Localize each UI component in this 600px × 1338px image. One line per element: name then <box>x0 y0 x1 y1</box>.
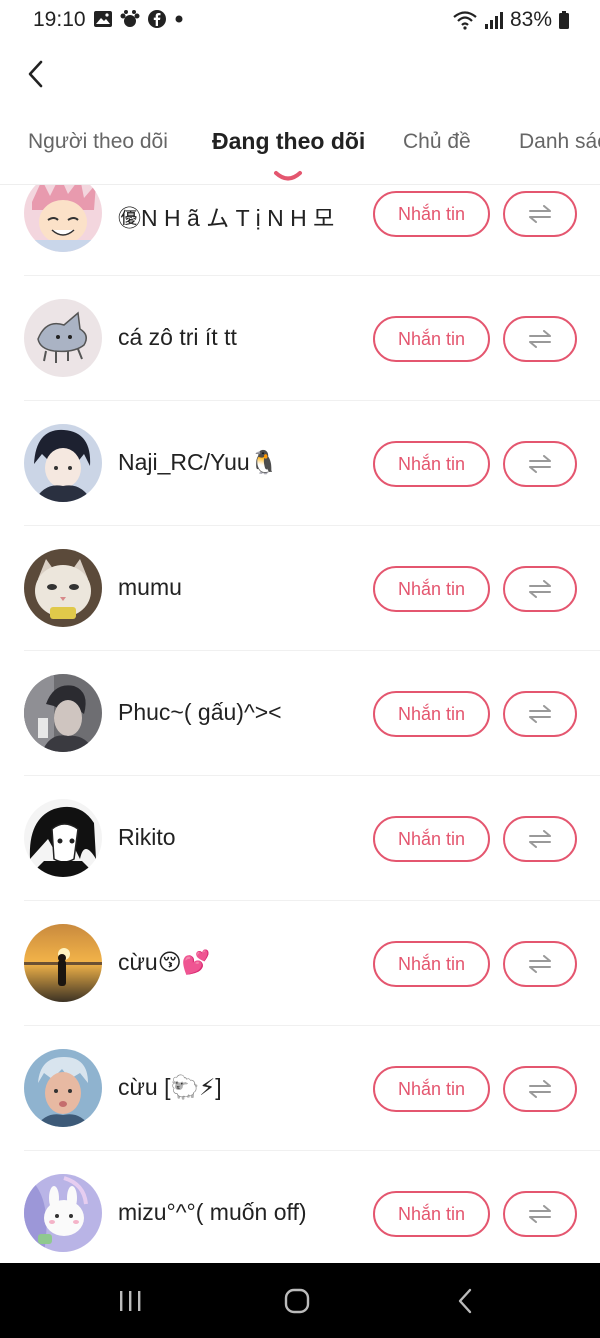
status-bar: 19:10 83% <box>0 0 600 40</box>
follow-status-button[interactable] <box>503 191 577 237</box>
user-name: cừu [🐑⚡] <box>118 1074 222 1100</box>
swap-arrows-icon <box>529 830 551 848</box>
tab-following[interactable]: Đang theo dõi <box>212 128 365 155</box>
message-button[interactable]: Nhắn tin <box>373 316 490 362</box>
message-button[interactable]: Nhắn tin <box>373 816 490 862</box>
message-button[interactable]: Nhắn tin <box>373 441 490 487</box>
chevron-left-icon <box>28 60 43 88</box>
active-tab-indicator <box>274 171 302 181</box>
system-navigation-bar <box>0 1263 600 1338</box>
user-name: cá zô tri ít tt <box>118 324 237 350</box>
follow-status-button[interactable] <box>503 941 577 987</box>
user-name: Phuc~( gấu)^>< <box>118 699 282 725</box>
user-name: mumu <box>118 574 182 600</box>
follow-status-button[interactable] <box>503 1191 577 1237</box>
tab-followers[interactable]: Người theo dõi <box>28 130 168 154</box>
list-item[interactable]: Rikito Nhắn tin <box>0 776 600 901</box>
user-name: ㊝N H ã ム T ị N H 모 <box>118 205 335 231</box>
message-button[interactable]: Nhắn tin <box>373 1191 490 1237</box>
user-name: Naji_RC/Yuu🐧 <box>118 449 279 475</box>
back-button[interactable] <box>20 54 50 94</box>
home-button[interactable] <box>247 1263 347 1338</box>
avatar[interactable] <box>24 674 102 752</box>
notification-icons <box>93 9 185 29</box>
follow-status-button[interactable] <box>503 566 577 612</box>
swap-arrows-icon <box>529 205 551 223</box>
list-item[interactable]: ㊝N H ã ム T ị N H 모 Nhắn tin <box>0 185 600 276</box>
follow-status-button[interactable] <box>503 1066 577 1112</box>
follow-status-button[interactable] <box>503 816 577 862</box>
battery-icon <box>559 11 569 29</box>
list-item[interactable]: Phuc~( gấu)^>< Nhắn tin <box>0 651 600 776</box>
message-button[interactable]: Nhắn tin <box>373 941 490 987</box>
swap-arrows-icon <box>529 330 551 348</box>
pet-app-icon <box>120 10 140 27</box>
list-item[interactable]: mizu°^°( muốn off) Nhắn tin <box>0 1151 600 1263</box>
message-button[interactable]: Nhắn tin <box>373 566 490 612</box>
user-name: Rikito <box>118 824 176 850</box>
message-button[interactable]: Nhắn tin <box>373 1066 490 1112</box>
tab-lists[interactable]: Danh sách <box>519 130 600 154</box>
avatar[interactable] <box>24 799 102 877</box>
swap-arrows-icon <box>529 1205 551 1223</box>
recent-apps-button[interactable] <box>80 1263 180 1338</box>
wifi-icon <box>453 11 477 30</box>
avatar[interactable] <box>24 549 102 627</box>
follow-status-button[interactable] <box>503 316 577 362</box>
list-item[interactable]: Naji_RC/Yuu🐧 Nhắn tin <box>0 401 600 526</box>
status-right: 83% <box>452 8 570 32</box>
avatar[interactable] <box>24 1174 102 1252</box>
follow-status-button[interactable] <box>503 691 577 737</box>
avatar[interactable] <box>24 299 102 377</box>
back-icon <box>458 1288 472 1313</box>
header <box>0 40 600 110</box>
battery-percent: 83% <box>509 8 552 31</box>
swap-arrows-icon <box>529 580 551 598</box>
swap-arrows-icon <box>529 1080 551 1098</box>
swap-arrows-icon <box>529 455 551 473</box>
recent-apps-icon <box>120 1290 141 1311</box>
home-icon <box>284 1288 310 1313</box>
tab-topics[interactable]: Chủ đề <box>403 130 471 154</box>
message-button[interactable]: Nhắn tin <box>373 191 490 237</box>
following-list: ㊝N H ã ム T ị N H 모 Nhắn tin cá zô tri ít… <box>0 185 600 1263</box>
user-name: cừu😚💕 <box>118 949 211 975</box>
list-item[interactable]: cừu😚💕 Nhắn tin <box>0 901 600 1026</box>
list-item[interactable]: mumu Nhắn tin <box>0 526 600 651</box>
avatar[interactable] <box>24 1049 102 1127</box>
swap-arrows-icon <box>529 705 551 723</box>
back-nav-button[interactable] <box>415 1263 515 1338</box>
user-name: mizu°^°( muốn off) <box>118 1199 307 1225</box>
follow-status-button[interactable] <box>503 441 577 487</box>
swap-arrows-icon <box>529 955 551 973</box>
signal-icon <box>484 12 503 29</box>
avatar[interactable] <box>24 924 102 1002</box>
avatar[interactable] <box>24 424 102 502</box>
gallery-icon <box>94 11 112 27</box>
list-item[interactable]: cừu [🐑⚡] Nhắn tin <box>0 1026 600 1151</box>
message-button[interactable]: Nhắn tin <box>373 691 490 737</box>
status-time: 19:10 <box>33 8 86 31</box>
avatar[interactable] <box>24 185 102 252</box>
facebook-icon <box>148 10 166 28</box>
list-item[interactable]: cá zô tri ít tt Nhắn tin <box>0 276 600 401</box>
more-notifications-icon <box>175 15 183 23</box>
